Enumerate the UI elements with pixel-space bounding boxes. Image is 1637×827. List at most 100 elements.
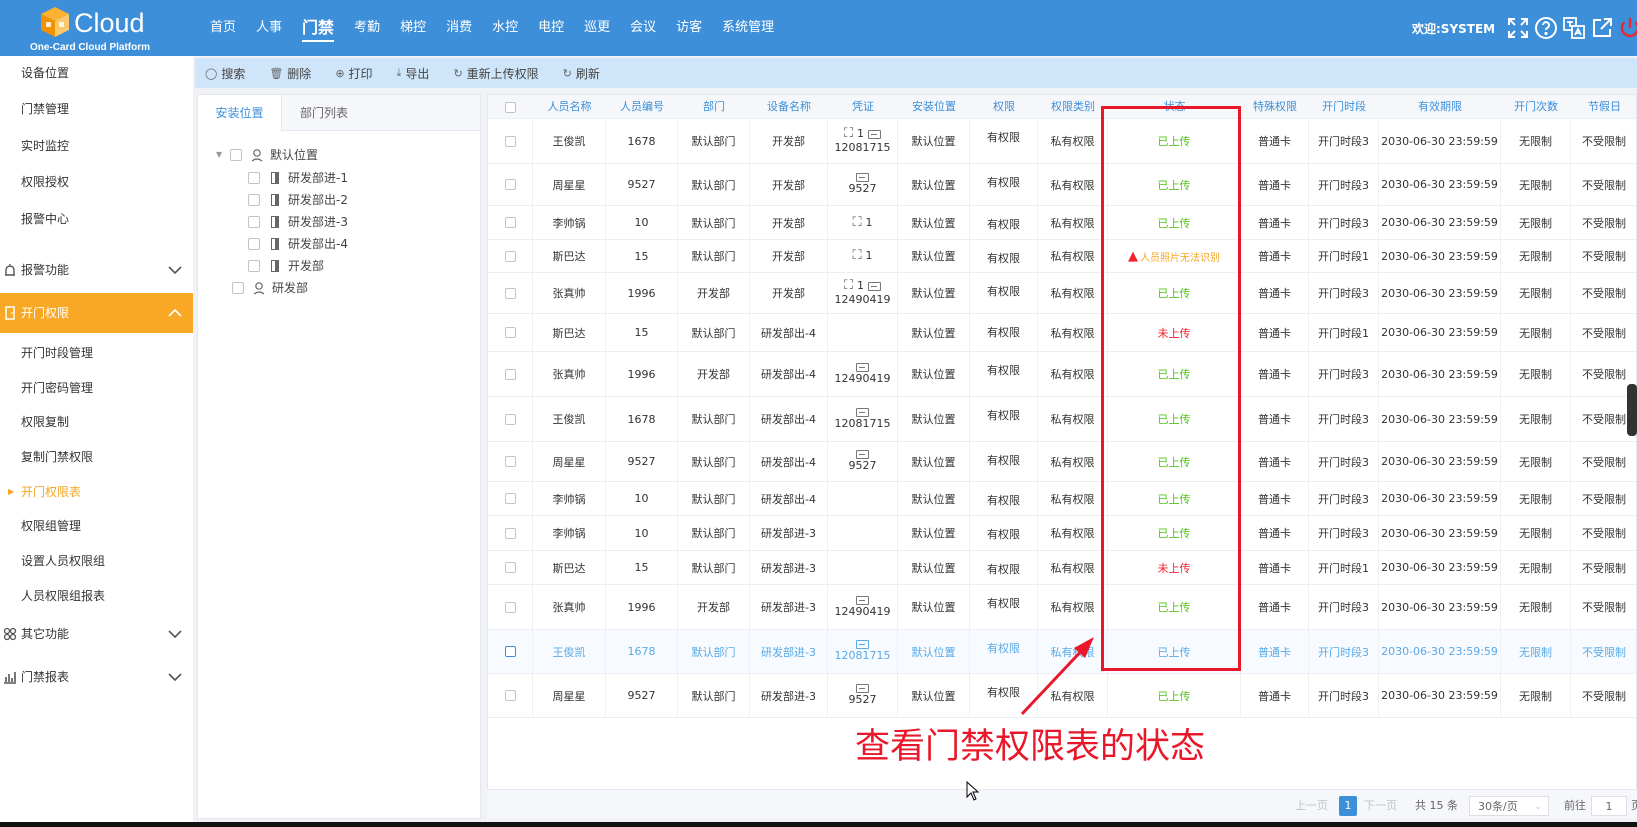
tree-node-child-1[interactable]: 研发部出-2 xyxy=(248,190,348,210)
goto-page-input[interactable]: 1 xyxy=(1591,796,1627,816)
row-select-cell[interactable] xyxy=(488,164,533,205)
sidebar-group-other[interactable]: 其它功能 xyxy=(0,614,193,654)
power-icon[interactable] xyxy=(1618,16,1637,40)
tree-node-child-3[interactable]: 研发部出-4 xyxy=(248,234,348,254)
prev-page-button[interactable]: 上一页 xyxy=(1295,796,1328,816)
table-row[interactable]: 张真帅 1996 开发部 开发部 ⛶ 1 12490419 默认位置 有权限 私有权限 已上传 普通卡… xyxy=(488,273,1636,314)
table-row[interactable]: 王俊凯 1678 默认部门 研发部出-4 12081715 默认位置 有权限 私有权限 已上传普… xyxy=(488,397,1636,442)
sidebar-item-open-7[interactable]: 人员权限组报表 xyxy=(0,579,193,613)
scrollbar-thumb[interactable] xyxy=(1627,384,1637,436)
column-header-2[interactable]: 部门 xyxy=(678,95,750,119)
export-button[interactable]: ⤓ 导出 xyxy=(397,65,430,82)
help-icon[interactable] xyxy=(1534,16,1558,40)
sidebar-item-open-2[interactable]: 权限复制 xyxy=(0,405,193,439)
tree-checkbox[interactable] xyxy=(232,282,244,294)
nav-item-1[interactable]: 人事 xyxy=(246,0,292,56)
sidebar-group-alarm[interactable]: 报警功能 xyxy=(0,250,193,290)
column-header-9[interactable]: 特殊权限 xyxy=(1241,95,1309,119)
row-select-cell[interactable] xyxy=(488,516,533,550)
column-header-3[interactable]: 设备名称 xyxy=(750,95,828,119)
table-row[interactable]: 周星星 9527 默认部门 研发部进-3 9527 默认位置 有权限 私有权限 已上传 普通卡 开门… xyxy=(488,674,1636,718)
row-checkbox[interactable] xyxy=(504,527,516,539)
tree-checkbox[interactable] xyxy=(248,238,260,250)
column-header-11[interactable]: 有效期限 xyxy=(1379,95,1501,119)
nav-item-10[interactable]: 访客 xyxy=(666,0,712,56)
tab-department-list[interactable]: 部门列表 xyxy=(282,95,366,131)
column-header-6[interactable]: 权限 xyxy=(970,95,1038,119)
row-select-cell[interactable] xyxy=(488,273,533,313)
nav-item-7[interactable]: 电控 xyxy=(528,0,574,56)
row-select-cell[interactable] xyxy=(488,206,533,239)
row-checkbox[interactable] xyxy=(504,368,516,380)
table-row[interactable]: 张真帅 1996 开发部 研发部进-3 12490419 默认位置 有权限 私有权限 已上传 普通… xyxy=(488,585,1636,630)
column-header-7[interactable]: 权限类别 xyxy=(1038,95,1108,119)
row-select-cell[interactable] xyxy=(488,119,533,163)
logo[interactable]: Cloud One-Card Cloud Platform xyxy=(28,4,188,54)
tree-checkbox[interactable] xyxy=(248,216,260,228)
row-checkbox[interactable] xyxy=(504,250,516,262)
row-checkbox[interactable] xyxy=(504,690,516,701)
row-select-cell[interactable] xyxy=(488,397,533,441)
sidebar-item-open-3[interactable]: 复制门禁权限 xyxy=(0,440,193,474)
sidebar-item-top-0[interactable]: 设备位置 xyxy=(0,56,193,90)
tree-node-child-2[interactable]: 研发部进-3 xyxy=(248,212,348,232)
nav-item-6[interactable]: 水控 xyxy=(482,0,528,56)
refresh-button[interactable]: ↻ 刷新 xyxy=(563,65,600,82)
row-select-cell[interactable] xyxy=(488,630,533,673)
tree-node-child-4[interactable]: 开发部 xyxy=(248,256,324,276)
tree-node-rnd-dept[interactable]: 研发部 xyxy=(232,278,308,298)
tree-checkbox[interactable] xyxy=(230,149,242,161)
table-row[interactable]: 张真帅 1996 开发部 研发部出-4 12490419 默认位置 有权限 私有权限 已上传 普通… xyxy=(488,352,1636,397)
row-checkbox[interactable] xyxy=(504,646,516,657)
row-checkbox[interactable] xyxy=(504,562,516,573)
row-checkbox[interactable] xyxy=(504,456,516,467)
row-select-cell[interactable] xyxy=(488,482,533,515)
column-header-5[interactable]: 安装位置 xyxy=(898,95,970,119)
row-select-cell[interactable] xyxy=(488,551,533,584)
tree-node-child-0[interactable]: 研发部进-1 xyxy=(248,168,348,188)
select-all-checkbox[interactable] xyxy=(505,101,516,113)
nav-item-9[interactable]: 会议 xyxy=(620,0,666,56)
table-row[interactable]: 斯巴达 15 默认部门 研发部出-4 默认位置 有权限 私有权限 未上传 普通卡 开门时段1 203… xyxy=(488,314,1636,352)
nav-item-11[interactable]: 系统管理 xyxy=(712,0,784,56)
nav-item-4[interactable]: 梯控 xyxy=(390,0,436,56)
external-link-icon[interactable] xyxy=(1590,16,1614,40)
column-header-0[interactable]: 人员名称 xyxy=(533,95,606,119)
sidebar-item-top-1[interactable]: 门禁管理 xyxy=(0,92,193,126)
row-checkbox[interactable] xyxy=(504,217,516,228)
tree-checkbox[interactable] xyxy=(248,194,260,206)
sidebar-item-top-3[interactable]: 权限授权 xyxy=(0,165,193,199)
row-checkbox[interactable] xyxy=(504,327,516,338)
next-page-button[interactable]: 下一页 xyxy=(1364,796,1397,816)
row-checkbox[interactable] xyxy=(504,179,516,190)
nav-item-8[interactable]: 巡更 xyxy=(574,0,620,56)
sidebar-item-top-4[interactable]: 报警中心 xyxy=(0,202,193,236)
row-checkbox[interactable] xyxy=(504,493,516,504)
sidebar-item-open-6[interactable]: 设置人员权限组 xyxy=(0,544,193,578)
sidebar-item-open-1[interactable]: 开门密码管理 xyxy=(0,371,193,405)
column-header-4[interactable]: 凭证 xyxy=(828,95,898,119)
reupload-permission-button[interactable]: ↻ 重新上传权限 xyxy=(453,65,538,82)
tree-node-default-location[interactable]: ▼ 默认位置 xyxy=(216,145,318,165)
nav-item-2[interactable]: 门禁 xyxy=(292,0,344,56)
print-button[interactable]: ⊕ 打印 xyxy=(335,65,372,82)
sidebar-item-open-4[interactable]: 开门权限表 xyxy=(0,475,193,509)
language-icon[interactable] xyxy=(1562,16,1586,40)
table-row[interactable]: 周星星 9527 默认部门 开发部 9527 默认位置 有权限 私有权限 已上传 普通卡 开门时段3… xyxy=(488,164,1636,206)
sidebar-item-open-5[interactable]: 权限组管理 xyxy=(0,509,193,543)
sidebar-item-open-0[interactable]: 开门时段管理 xyxy=(0,336,193,370)
row-checkbox[interactable] xyxy=(504,413,516,425)
page-size-select[interactable]: 30条/页 ⌄ xyxy=(1469,796,1549,816)
tree-checkbox[interactable] xyxy=(248,260,260,272)
row-select-cell[interactable] xyxy=(488,674,533,717)
tab-install-location[interactable]: 安装位置 xyxy=(198,95,282,131)
column-header-13[interactable]: 节假日 xyxy=(1571,95,1636,119)
table-row[interactable]: 李帅锅 10 默认部门 研发部进-3 默认位置 有权限 私有权限 已上传 普通卡 开门时段3 203… xyxy=(488,516,1636,551)
row-select-cell[interactable] xyxy=(488,352,533,396)
search-button[interactable]: ◯ 搜索 xyxy=(205,65,245,82)
column-header-8[interactable]: 状态 xyxy=(1108,95,1241,119)
row-select-cell[interactable] xyxy=(488,314,533,351)
nav-item-3[interactable]: 考勤 xyxy=(344,0,390,56)
caret-down-icon[interactable]: ▼ xyxy=(216,145,228,165)
nav-item-0[interactable]: 首页 xyxy=(200,0,246,56)
